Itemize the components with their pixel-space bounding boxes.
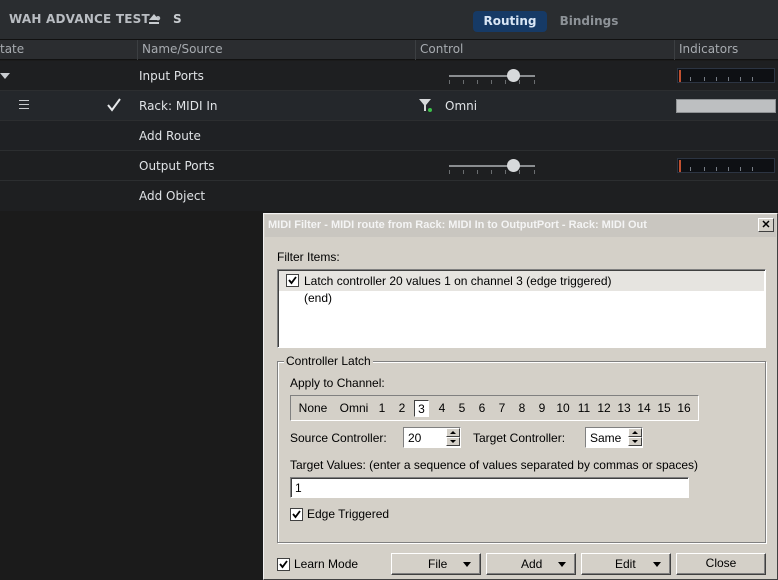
add-object-link[interactable]: Add Object — [139, 189, 205, 203]
column-header: tate Name/Source Control Indicators — [0, 40, 778, 60]
add-button[interactable]: Add — [486, 553, 576, 575]
channel-option[interactable]: 9 — [536, 400, 548, 417]
dialog-titlebar[interactable]: MIDI Filter - MIDI route from Rack: MIDI… — [265, 215, 776, 237]
tab-routing[interactable]: Routing — [473, 11, 547, 32]
column-state[interactable]: tate — [0, 42, 24, 56]
channel-option[interactable]: 4 — [436, 400, 448, 417]
stepper-down-icon[interactable] — [628, 437, 642, 446]
row-output-ports[interactable]: Output Ports — [0, 151, 778, 181]
channel-option[interactable]: 12 — [595, 400, 613, 417]
edit-button[interactable]: Edit — [581, 553, 671, 575]
stepper-arrows[interactable] — [446, 428, 460, 447]
file-button[interactable]: File — [391, 553, 481, 575]
channel-option[interactable]: 7 — [496, 400, 508, 417]
source-controller-stepper[interactable]: 20 — [403, 427, 461, 448]
midi-filter-dialog: MIDI Filter - MIDI route from Rack: MIDI… — [263, 213, 778, 580]
target-controller-label: Target Controller: — [473, 431, 566, 445]
column-divider[interactable] — [415, 40, 416, 60]
channel-option[interactable]: 5 — [456, 400, 468, 417]
channel-option[interactable]: 10 — [554, 400, 572, 417]
row-add-route[interactable]: Add Route — [0, 121, 778, 151]
row-label: Input Ports — [139, 69, 204, 83]
channel-option[interactable]: 15 — [655, 400, 673, 417]
stepper-up-icon[interactable] — [628, 428, 642, 437]
channel-option[interactable]: 16 — [675, 400, 693, 417]
dialog-title: MIDI Filter - MIDI route from Rack: MIDI… — [268, 219, 647, 231]
activity-indicator — [676, 99, 776, 113]
filter-item-checkbox[interactable] — [286, 274, 299, 287]
dialog-close-button[interactable]: ✕ — [758, 218, 774, 232]
apply-channel-label: Apply to Channel: — [290, 376, 385, 390]
column-divider[interactable] — [137, 40, 138, 60]
volume-slider-knob[interactable] — [507, 69, 520, 82]
row-input-ports[interactable]: Input Ports — [0, 61, 778, 91]
edge-triggered-label: Edge Triggered — [307, 507, 390, 521]
add-button-label: Add — [521, 557, 543, 571]
target-controller-stepper[interactable]: Same — [585, 427, 643, 448]
level-meter — [677, 68, 775, 83]
row-label: Output Ports — [139, 159, 215, 173]
row-add-object[interactable]: Add Object — [0, 181, 778, 211]
chevron-down-icon — [558, 562, 566, 567]
channel-option[interactable]: None — [294, 400, 332, 417]
edit-button-label: Edit — [615, 557, 636, 571]
column-indicators[interactable]: Indicators — [679, 42, 738, 56]
source-controller-value[interactable]: 20 — [408, 431, 421, 445]
menu-icon[interactable] — [19, 100, 29, 109]
chevron-down-icon — [653, 562, 661, 567]
app-window: WAH ADVANCE TEST • S Routing Bindings ta… — [0, 0, 778, 580]
target-values-input[interactable]: 1 — [290, 477, 689, 498]
column-name-source[interactable]: Name/Source — [142, 42, 223, 56]
solo-button[interactable]: S — [173, 12, 182, 26]
close-button[interactable]: Close — [676, 553, 766, 575]
list-item[interactable]: Latch controller 20 values 1 on channel … — [279, 271, 764, 291]
column-divider[interactable] — [674, 40, 675, 60]
learn-mode-label: Learn Mode — [294, 557, 359, 571]
file-button-label: File — [428, 557, 448, 571]
channel-option[interactable]: 11 — [575, 400, 593, 417]
channel-option-selected[interactable]: 3 — [414, 400, 429, 417]
volume-slider-track[interactable] — [449, 165, 535, 167]
filter-items-label: Filter Items: — [277, 250, 340, 264]
channel-option[interactable]: 8 — [516, 400, 528, 417]
row-label: Rack: MIDI In — [139, 99, 218, 113]
slider-ticks — [449, 80, 535, 84]
stepper-up-icon[interactable] — [446, 428, 460, 437]
filter-items-list[interactable]: Latch controller 20 values 1 on channel … — [277, 269, 766, 348]
rackspace-title[interactable]: WAH ADVANCE TEST • — [9, 12, 162, 26]
checkmark-icon[interactable] — [107, 98, 121, 112]
target-values-label: Target Values: (enter a sequence of valu… — [290, 458, 698, 472]
channel-option[interactable]: 13 — [615, 400, 633, 417]
channel-label[interactable]: Omni — [445, 99, 477, 113]
volume-slider-track[interactable] — [449, 75, 535, 77]
top-bar: WAH ADVANCE TEST • S Routing Bindings — [0, 0, 778, 40]
slider-ticks — [449, 170, 535, 174]
source-controller-label: Source Controller: — [290, 431, 387, 445]
volume-slider-knob[interactable] — [507, 159, 520, 172]
collapse-arrow-icon[interactable] — [0, 73, 10, 79]
channel-option[interactable]: 6 — [476, 400, 488, 417]
target-controller-value[interactable]: Same — [590, 431, 621, 445]
stepper-arrows[interactable] — [628, 428, 642, 447]
learn-mode-checkbox[interactable] — [277, 558, 290, 571]
channel-selector: None Omni 1 2 3 4 5 6 7 8 9 10 11 12 13 … — [290, 395, 699, 421]
channel-option[interactable]: Omni — [337, 400, 371, 417]
target-values-text[interactable]: 1 — [295, 481, 302, 495]
edge-triggered-checkbox[interactable] — [290, 508, 303, 521]
tab-bindings[interactable]: Bindings — [558, 11, 620, 32]
column-control[interactable]: Control — [420, 42, 463, 56]
chevron-down-icon — [463, 562, 471, 567]
channel-option[interactable]: 1 — [376, 400, 388, 417]
filter-item-text: Latch controller 20 values 1 on channel … — [304, 274, 612, 288]
midi-filter-icon[interactable] — [419, 98, 433, 113]
stepper-down-icon[interactable] — [446, 437, 460, 446]
channel-option[interactable]: 2 — [396, 400, 408, 417]
group-label: Controller Latch — [284, 354, 373, 368]
row-rack-midi-in[interactable]: Rack: MIDI In Omni — [0, 91, 778, 121]
eject-icon[interactable] — [147, 12, 161, 26]
add-route-link[interactable]: Add Route — [139, 129, 201, 143]
channel-option[interactable]: 14 — [635, 400, 653, 417]
list-item[interactable]: (end) — [304, 291, 332, 305]
level-meter — [677, 158, 775, 173]
